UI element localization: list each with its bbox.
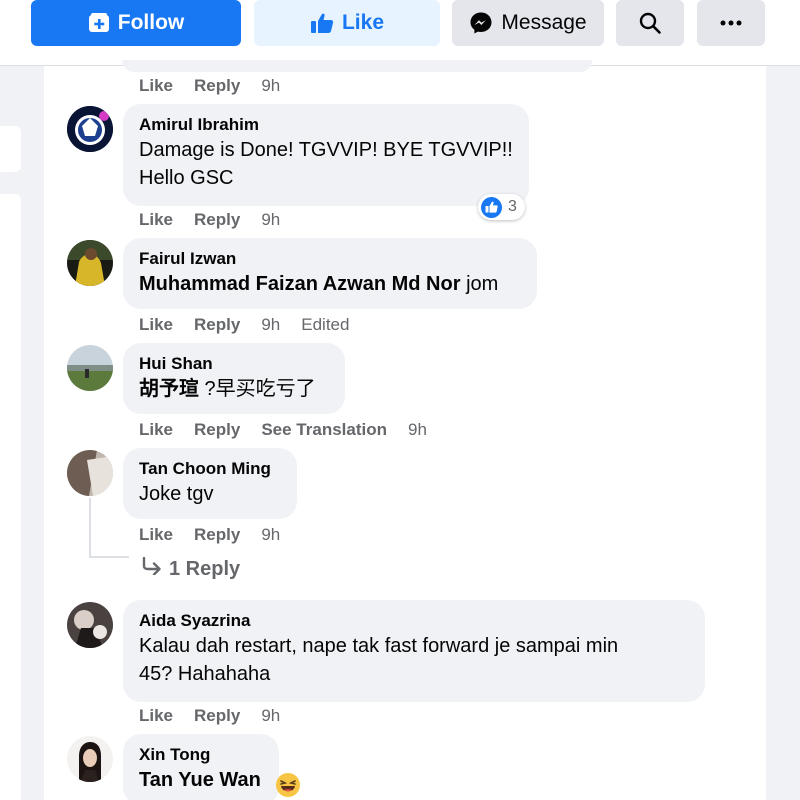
follow-icon bbox=[88, 12, 110, 34]
comment-text: Muhammad Faizan Azwan Md Nor jom bbox=[139, 270, 521, 298]
comment-author[interactable]: Amirul Ibrahim bbox=[139, 114, 513, 136]
comment-actions: Like Reply 9h bbox=[139, 705, 301, 727]
follow-label: Follow bbox=[117, 11, 185, 34]
comment-author[interactable]: Fairul Izwan bbox=[139, 248, 521, 270]
comment-bubble: Tan Choon Ming Joke tgv bbox=[123, 448, 297, 519]
comment-text-rest: jom bbox=[460, 273, 499, 295]
comment-text: Damage is Done! TGVVIP! BYE TGVVIP!! bbox=[139, 139, 513, 161]
messenger-icon bbox=[469, 11, 493, 35]
avatar[interactable] bbox=[67, 345, 113, 391]
comment-text: Hello GSC bbox=[139, 167, 234, 189]
message-button[interactable]: Message bbox=[452, 0, 604, 46]
avatar[interactable] bbox=[67, 602, 113, 648]
reply-link[interactable]: Reply bbox=[194, 705, 240, 727]
laughing-emoji-icon bbox=[275, 772, 301, 798]
mentioned-user[interactable]: 胡予瑄 bbox=[139, 378, 199, 400]
comment-bubble: Amirul Ibrahim Damage is Done! TGVVIP! B… bbox=[123, 104, 529, 206]
avatar-image bbox=[67, 345, 113, 391]
comment-bubble: Fairul Izwan Muhammad Faizan Azwan Md No… bbox=[123, 238, 537, 309]
comment-time[interactable]: 9h bbox=[261, 75, 280, 97]
reply-link[interactable]: Reply bbox=[194, 209, 240, 231]
reply-link[interactable]: Reply bbox=[194, 419, 240, 441]
page-action-bar: Follow Like Message bbox=[0, 0, 800, 66]
comment-text: 胡予瑄 ?早买吃亏了 bbox=[139, 375, 329, 403]
avatar-image bbox=[67, 736, 113, 782]
comment-text: 45? Hahahaha bbox=[139, 663, 271, 685]
comment-author[interactable]: Hui Shan bbox=[139, 353, 329, 375]
avatar[interactable] bbox=[67, 450, 113, 496]
edited-label[interactable]: Edited bbox=[301, 314, 349, 336]
previous-comment-bubble bbox=[122, 60, 592, 72]
like-link[interactable]: Like bbox=[139, 209, 173, 231]
mentioned-user[interactable]: Muhammad Faizan Azwan Md Nor bbox=[139, 273, 461, 295]
comment-actions: Like Reply 9h bbox=[139, 209, 301, 231]
reply-thread-line bbox=[89, 498, 91, 558]
avatar[interactable] bbox=[67, 736, 113, 782]
comment-bubble: Xin Tong Tan Yue Wan bbox=[123, 734, 279, 800]
comment-time[interactable]: 9h bbox=[408, 419, 427, 441]
comment-bubble: Aida Syazrina Kalau dah restart, nape ta… bbox=[123, 600, 705, 702]
comment-actions: Like Reply 9h Edited bbox=[139, 314, 349, 336]
comment-text: Kalau dah restart, nape tak fast forward… bbox=[139, 635, 619, 657]
search-icon bbox=[638, 11, 662, 35]
left-column bbox=[0, 66, 44, 800]
more-dots-icon bbox=[720, 20, 742, 26]
thumbs-up-icon bbox=[310, 12, 334, 34]
view-replies-link[interactable]: 1 Reply bbox=[141, 556, 241, 581]
like-page-button[interactable]: Like bbox=[254, 0, 440, 46]
like-link[interactable]: Like bbox=[139, 705, 173, 727]
like-link[interactable]: Like bbox=[139, 75, 173, 97]
avatar-image bbox=[67, 450, 113, 496]
comment-bubble: Hui Shan 胡予瑄 ?早买吃亏了 bbox=[123, 343, 345, 414]
left-card bbox=[0, 194, 21, 800]
replies-count: 1 Reply bbox=[169, 557, 241, 580]
comment-time[interactable]: 9h bbox=[261, 209, 280, 231]
like-link[interactable]: Like bbox=[139, 314, 173, 336]
like-link[interactable]: Like bbox=[139, 524, 173, 546]
left-card bbox=[0, 126, 21, 172]
comments-section: Like Reply 9h Amirul Ibrahim Damage is D… bbox=[44, 60, 766, 800]
avatar-image bbox=[67, 240, 113, 286]
mentioned-user[interactable]: Tan Yue Wan bbox=[139, 769, 261, 791]
reply-link[interactable]: Reply bbox=[194, 524, 240, 546]
comment-author[interactable]: Tan Choon Ming bbox=[139, 458, 281, 480]
search-button[interactable] bbox=[616, 0, 684, 46]
comment-text: Joke tgv bbox=[139, 483, 214, 505]
like-link[interactable]: Like bbox=[139, 419, 173, 441]
comment-time[interactable]: 9h bbox=[261, 705, 280, 727]
comment-author[interactable]: Xin Tong bbox=[139, 744, 263, 766]
comment-time[interactable]: 9h bbox=[261, 524, 280, 546]
follow-button[interactable]: Follow bbox=[31, 0, 241, 46]
comment-text-rest: ?早买吃亏了 bbox=[199, 378, 316, 400]
reply-arrow-icon bbox=[141, 556, 163, 581]
comment-actions: Like Reply See Translation 9h bbox=[139, 419, 448, 441]
comment-author[interactable]: Aida Syazrina bbox=[139, 610, 689, 632]
comment-actions: Like Reply 9h bbox=[139, 524, 301, 546]
reaction-count: 3 bbox=[508, 198, 517, 215]
more-options-button[interactable] bbox=[697, 0, 765, 46]
right-column bbox=[766, 66, 800, 800]
reply-link[interactable]: Reply bbox=[194, 75, 240, 97]
reply-link[interactable]: Reply bbox=[194, 314, 240, 336]
like-reaction-icon bbox=[481, 196, 502, 218]
like-label: Like bbox=[341, 11, 385, 34]
message-label: Message bbox=[501, 11, 587, 34]
comment-actions: Like Reply 9h bbox=[139, 75, 301, 97]
avatar-image bbox=[67, 106, 113, 152]
comment-time[interactable]: 9h bbox=[261, 314, 280, 336]
comment-text: Tan Yue Wan bbox=[139, 766, 263, 794]
reply-thread-line bbox=[89, 556, 129, 558]
reaction-summary[interactable]: 3 bbox=[478, 194, 525, 220]
avatar[interactable] bbox=[67, 240, 113, 286]
avatar[interactable] bbox=[67, 106, 113, 152]
see-translation-link[interactable]: See Translation bbox=[261, 419, 387, 441]
avatar-image bbox=[67, 602, 113, 648]
